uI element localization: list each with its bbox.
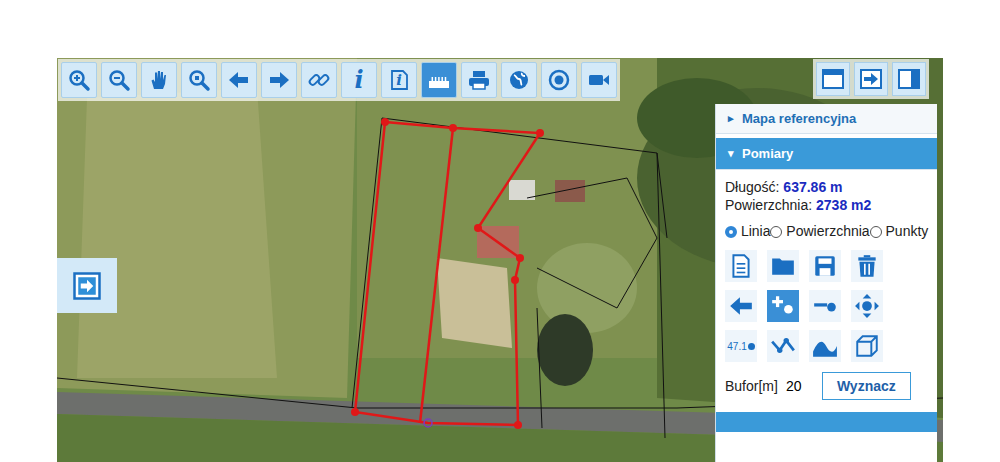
mode-radios: Linia Powierzchnia Punkty	[725, 221, 929, 242]
section-header[interactable]: ▾Pomiary	[716, 138, 937, 170]
vertex-marker[interactable]	[511, 276, 519, 284]
toolbar-button[interactable]: i	[341, 62, 377, 98]
expand-icon: ▸	[728, 112, 734, 125]
view-button[interactable]	[854, 62, 888, 96]
mode-radio[interactable]: Punkty	[870, 223, 929, 239]
print-icon	[467, 68, 491, 92]
toolbar-button[interactable]	[181, 62, 217, 98]
toolbar-button[interactable]	[101, 62, 137, 98]
measure-tool[interactable]	[851, 330, 883, 362]
measure-tool[interactable]: 47.1	[725, 330, 757, 362]
undo-icon	[728, 293, 754, 319]
mode-radio[interactable]: Linia	[725, 223, 770, 239]
measure-tool[interactable]	[725, 290, 757, 322]
vertex-marker[interactable]	[381, 118, 389, 126]
dock-icon	[859, 67, 883, 91]
save-icon	[812, 253, 838, 279]
view-button[interactable]	[892, 62, 926, 96]
info-icon: i	[347, 67, 371, 93]
measure-tool[interactable]	[725, 250, 757, 282]
dock-icon	[72, 271, 102, 301]
forward-icon	[267, 68, 291, 92]
section-header[interactable]: ▸Mapa referencyjna	[716, 104, 937, 134]
panel-icon	[897, 67, 921, 91]
map-toolbar: ii	[58, 59, 620, 101]
info-doc-icon: i	[387, 67, 411, 93]
measure-tools: 47.1	[725, 250, 929, 362]
side-panel: ▸Mapa referencyjna▾PomiaryDługość: 637.8…	[715, 104, 937, 462]
expand-icon: ▾	[728, 147, 734, 160]
vertex-marker[interactable]	[536, 129, 544, 137]
vertex-marker[interactable]	[516, 254, 524, 262]
area-reading: Powierzchnia: 2738 m2	[725, 196, 929, 214]
camera-icon	[587, 68, 611, 92]
window-icon	[821, 67, 845, 91]
toolbar-button[interactable]	[421, 62, 457, 98]
delete-icon	[854, 253, 880, 279]
buffer-input[interactable]	[783, 375, 817, 397]
section-header[interactable]	[716, 412, 937, 432]
vertex-marker[interactable]	[449, 124, 457, 132]
measure-tool[interactable]	[767, 290, 799, 322]
radio-icon	[725, 226, 737, 238]
back-icon	[227, 68, 251, 92]
measure-tool[interactable]	[809, 290, 841, 322]
toolbar-button[interactable]	[501, 62, 537, 98]
target-icon	[547, 68, 571, 92]
globe-icon	[507, 68, 531, 92]
new-icon	[728, 253, 754, 279]
vertex-marker[interactable]	[351, 408, 359, 416]
open-icon	[770, 253, 796, 279]
vertex-marker[interactable]	[514, 421, 522, 429]
measure-tool[interactable]	[767, 330, 799, 362]
radio-icon	[770, 226, 782, 238]
toolbar-button[interactable]	[261, 62, 297, 98]
buffer-row: Bufor[m] Wyznacz	[725, 372, 929, 400]
pan-icon	[147, 68, 171, 92]
view-buttons	[813, 59, 929, 99]
mode-radio[interactable]: Powierzchnia	[770, 223, 869, 239]
label-point-icon: 47.1	[727, 341, 754, 352]
cube-icon	[854, 333, 880, 359]
zoom-box-icon	[187, 68, 211, 92]
compute-button[interactable]: Wyznacz	[822, 372, 911, 400]
measure-tool[interactable]	[767, 250, 799, 282]
toolbar-button[interactable]	[541, 62, 577, 98]
polyline-icon	[770, 333, 796, 359]
length-reading: Długość: 637.86 m	[725, 178, 929, 196]
measure-tool[interactable]	[809, 250, 841, 282]
measure-content: Długość: 637.86 mPowierzchnia: 2738 m2 L…	[716, 170, 937, 406]
curve-icon	[812, 333, 838, 359]
zoom-out-icon	[107, 68, 131, 92]
ruler-icon	[427, 68, 451, 92]
measure-tool[interactable]	[851, 250, 883, 282]
measurement-polygon[interactable]	[355, 122, 540, 425]
buffer-label: Bufor[m]	[725, 378, 778, 394]
toolbar-button[interactable]	[301, 62, 337, 98]
link-icon	[307, 68, 331, 92]
radio-icon	[870, 226, 882, 238]
zoom-in-icon	[67, 68, 91, 92]
side-panel-toggle[interactable]	[57, 258, 117, 313]
measure-tool[interactable]	[851, 290, 883, 322]
toolbar-button[interactable]	[581, 62, 617, 98]
measure-tool[interactable]	[809, 330, 841, 362]
line-point-icon	[812, 293, 838, 319]
toolbar-button[interactable]	[461, 62, 497, 98]
view-button[interactable]	[816, 62, 850, 96]
toolbar-button[interactable]	[141, 62, 177, 98]
toolbar-button[interactable]	[61, 62, 97, 98]
cursor-marker	[424, 419, 432, 427]
geoportal-page: ii▸Mapa referencyjna▾PomiaryDługość: 637…	[0, 0, 1000, 462]
vertex-marker[interactable]	[474, 224, 482, 232]
toolbar-button[interactable]	[221, 62, 257, 98]
toolbar-button[interactable]: i	[381, 62, 417, 98]
move-icon	[854, 293, 880, 319]
add-point-icon	[770, 293, 796, 319]
